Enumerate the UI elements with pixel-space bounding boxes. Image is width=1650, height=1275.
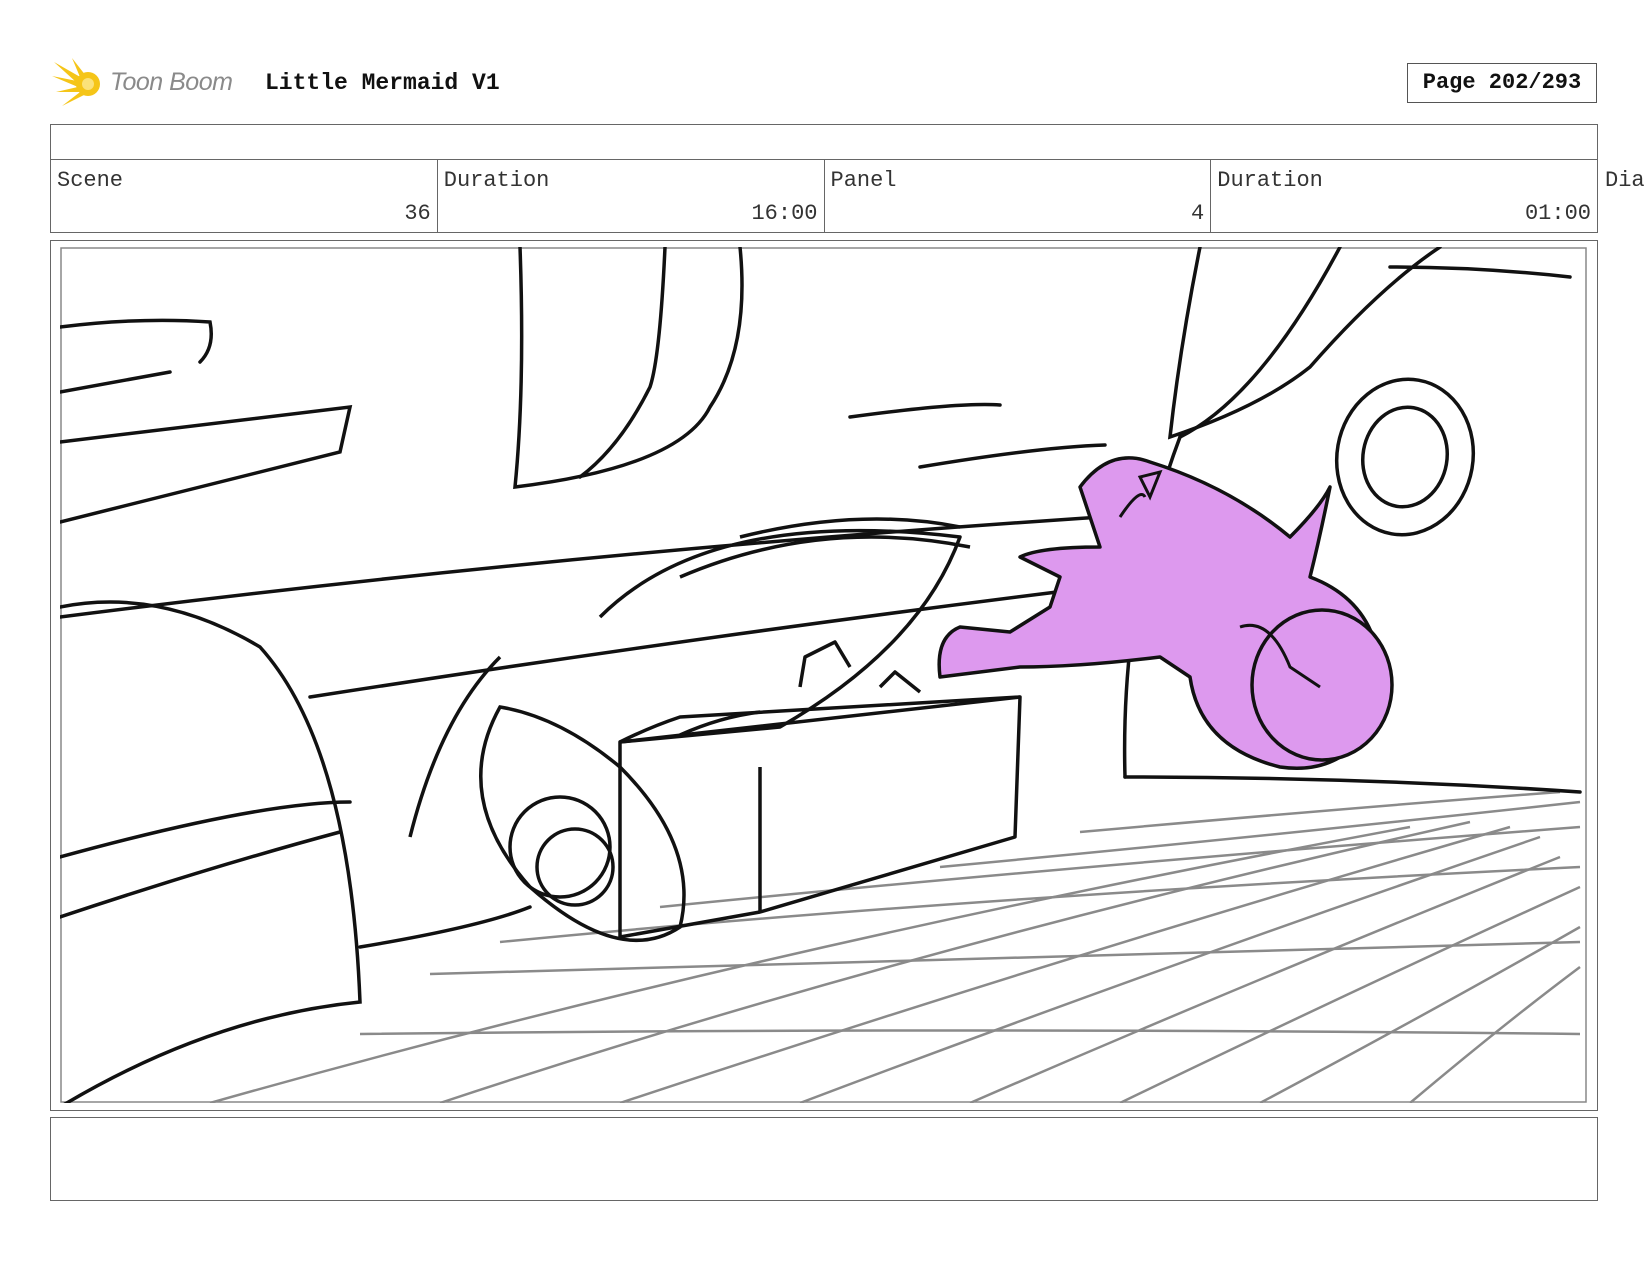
panel-label: Panel xyxy=(830,168,897,193)
scene-duration-label: Duration xyxy=(443,168,550,193)
scene-value: 36 xyxy=(404,201,431,226)
toon-boom-logo: Toon Boom xyxy=(52,56,252,112)
scene-duration-value: 16:00 xyxy=(751,201,818,226)
scene-label: Scene xyxy=(57,168,124,193)
header-strip xyxy=(50,124,1598,160)
panel-duration-cell: Duration 01:00 xyxy=(1211,160,1597,232)
panel-value: 4 xyxy=(1191,201,1205,226)
scene-duration-cell: Duration 16:00 xyxy=(438,160,825,232)
scene-cell: Scene 36 xyxy=(51,160,438,232)
starburst-icon xyxy=(52,58,100,106)
page-number-box: Page 202/293 xyxy=(1407,63,1597,103)
document-title: Little Mermaid V1 xyxy=(265,70,500,96)
dialogue-label: Dia xyxy=(1605,168,1645,193)
panel-duration-value: 01:00 xyxy=(1524,201,1591,226)
info-row: Scene 36 Duration 16:00 Panel 4 Duration… xyxy=(50,160,1598,233)
panel-duration-label: Duration xyxy=(1217,168,1323,193)
caption-box xyxy=(50,1117,1598,1201)
storyboard-sketch xyxy=(60,247,1587,1103)
panel-cell: Panel 4 xyxy=(825,160,1212,232)
logo-text: Toon Boom xyxy=(110,68,233,96)
